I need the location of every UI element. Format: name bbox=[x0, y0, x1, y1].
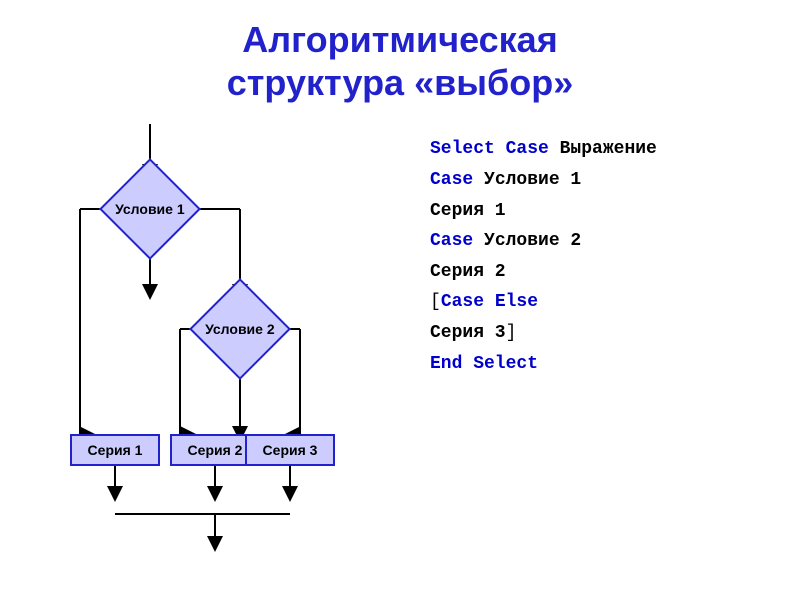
flowchart-diagram: Условие 1 Условие 2 Серия 1 Серия 2 Сери… bbox=[20, 124, 400, 564]
code-line-7: Серия 3] bbox=[430, 318, 657, 349]
code-line-8: End Select bbox=[430, 349, 657, 380]
page-title: Алгоритмическая структура «выбор» bbox=[0, 0, 800, 104]
code-line-1: Select Case Выражение bbox=[430, 134, 657, 165]
code-line-6: [Case Else bbox=[430, 287, 657, 318]
code-block: Select Case Выражение Case Условие 1 Сер… bbox=[430, 134, 657, 564]
rect-series1: Серия 1 bbox=[70, 434, 160, 466]
code-line-4: Case Условие 2 bbox=[430, 226, 657, 257]
code-line-3: Серия 1 bbox=[430, 196, 657, 227]
rect-series3: Серия 3 bbox=[245, 434, 335, 466]
code-line-5: Серия 2 bbox=[430, 257, 657, 288]
code-line-2: Case Условие 1 bbox=[430, 165, 657, 196]
